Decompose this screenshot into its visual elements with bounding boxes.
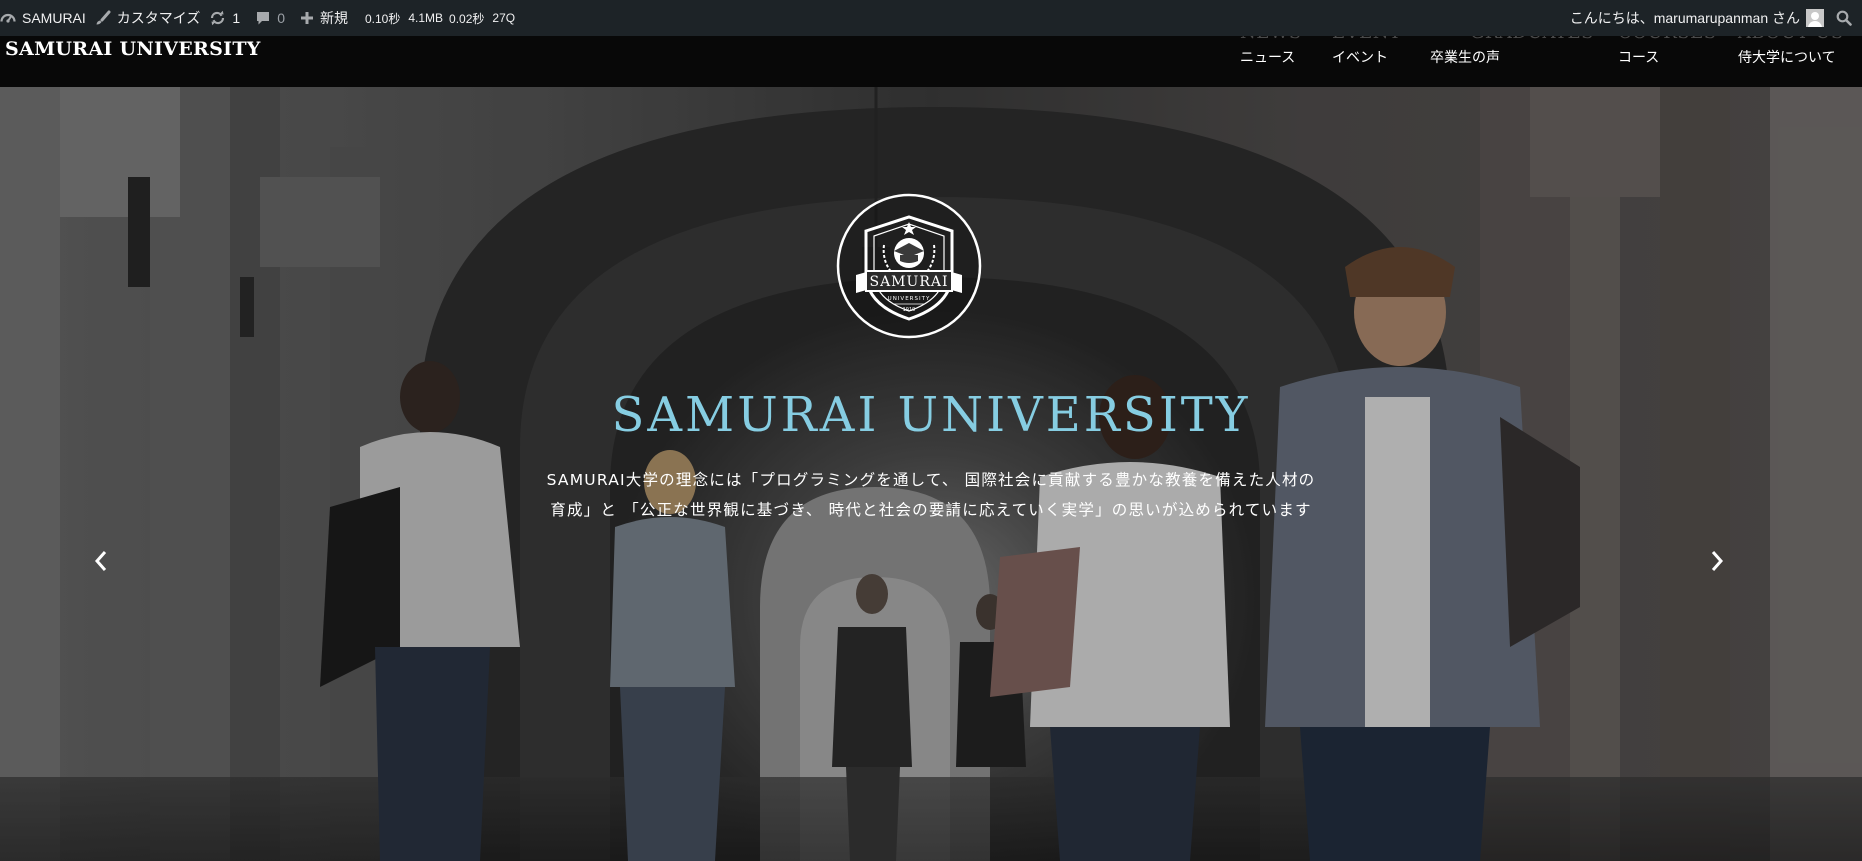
site-title[interactable]: SAMURAI UNIVERSITY — [5, 38, 261, 60]
avatar-icon[interactable] — [1806, 9, 1824, 27]
refresh-icon — [211, 10, 225, 26]
stat-query-time: 0.02秒 — [449, 11, 485, 26]
hero-description: SAMURAI大学の理念には「プログラミングを通して、 国際社会に貢献する豊かな… — [0, 465, 1862, 525]
admin-query-monitor[interactable]: 0.10秒 4.1MB 0.02秒 27Q — [357, 0, 524, 36]
admin-updates-count: 1 — [232, 10, 241, 26]
admin-customize-label: カスタマイズ — [116, 10, 201, 26]
nav-event-jp: イベント — [1332, 50, 1388, 66]
nav-news-jp: ニュース — [1240, 50, 1296, 66]
admin-site-link[interactable]: SAMURAI — [0, 0, 95, 36]
emblem-sub: UNIVERSITY — [888, 296, 931, 302]
nav-graduates-jp: 卒業生の声 — [1430, 50, 1500, 66]
hero-slider: SAMURAI UNIVERSITY 1919 SAMURAI UNIVERSI… — [0, 87, 1862, 861]
nav-courses-jp: コース — [1618, 50, 1660, 66]
admin-comments-count: 0 — [277, 10, 285, 26]
stat-memory: 4.1MB — [408, 11, 444, 25]
site-header: SAMURAI UNIVERSITY NEWS ニュース EVENT イベント … — [0, 22, 1862, 87]
wp-admin-bar: SAMURAI カスタマイズ 1 0 新規 0.10秒 4.1MB 0.02秒 … — [0, 0, 1862, 36]
university-emblem-logo: SAMURAI UNIVERSITY 1919 — [836, 193, 982, 339]
admin-customize-link[interactable]: カスタマイズ — [95, 0, 210, 36]
admin-new-label: 新規 — [319, 10, 348, 26]
plus-icon — [300, 12, 313, 24]
nav-about-jp: 侍大学について — [1738, 50, 1836, 66]
comment-icon — [257, 12, 270, 25]
search-icon[interactable] — [1836, 10, 1852, 26]
emblem-name: SAMURAI — [869, 274, 948, 290]
chevron-left-icon — [94, 551, 107, 571]
admin-greeting[interactable]: こんにちは、marumarupanman さん — [1570, 8, 1800, 28]
slider-prev-button[interactable] — [88, 541, 114, 581]
admin-site-name: SAMURAI — [22, 10, 86, 26]
brush-icon — [96, 10, 111, 25]
hero-description-line-1: SAMURAI大学の理念には「プログラミングを通して、 国際社会に貢献する豊かな… — [546, 471, 1316, 489]
emblem-year: 1919 — [903, 307, 916, 313]
stat-query-count: 27Q — [492, 11, 516, 25]
admin-updates-link[interactable]: 1 — [209, 0, 249, 36]
hero-description-line-2: 育成」と 「公正な世界観に基づき、 時代と社会の要請に応えていく実学」の思いが込… — [550, 501, 1312, 519]
admin-comments-link[interactable]: 0 — [249, 0, 294, 36]
admin-new-link[interactable]: 新規 — [294, 0, 357, 36]
chevron-right-icon — [1711, 551, 1724, 571]
hero-title: SAMURAI UNIVERSITY — [611, 387, 1251, 443]
dashboard-icon — [0, 13, 16, 23]
stat-page-time: 0.10秒 — [364, 11, 401, 26]
slider-next-button[interactable] — [1704, 541, 1730, 581]
